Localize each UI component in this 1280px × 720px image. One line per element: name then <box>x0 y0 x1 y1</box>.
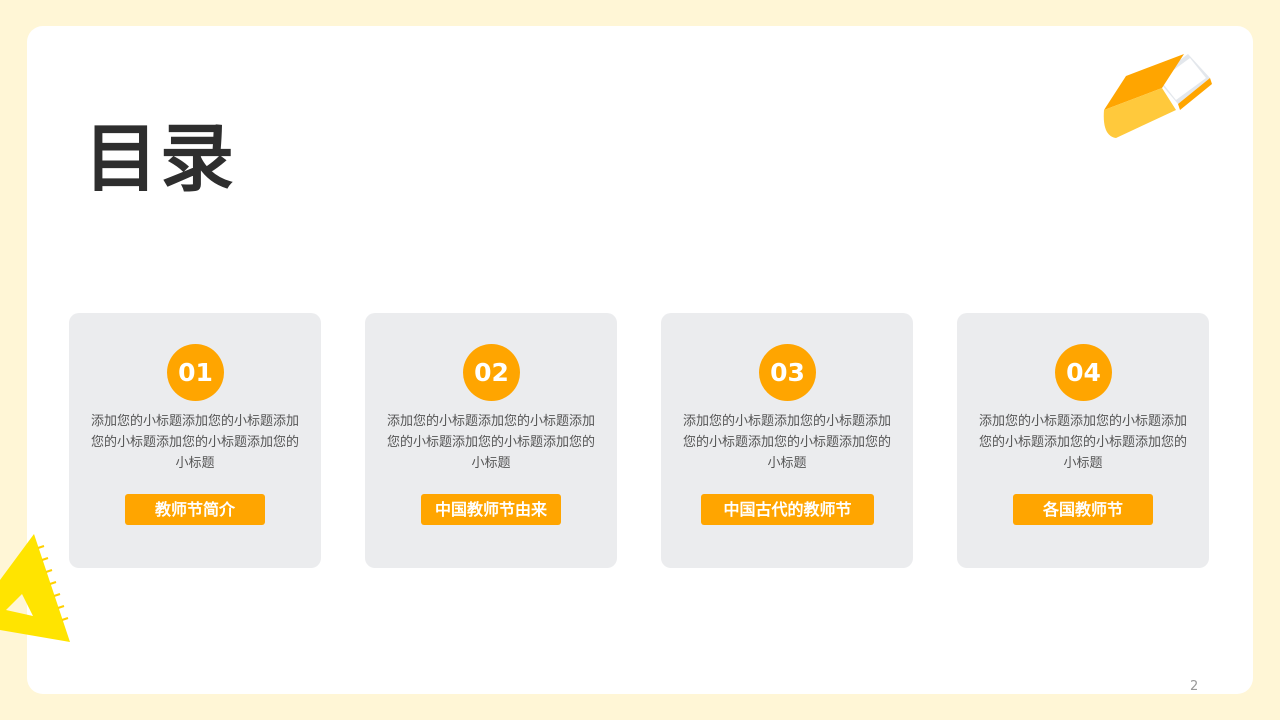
page-number: 2 <box>1190 679 1199 694</box>
card-label-button[interactable]: 中国古代的教师节 <box>701 494 874 525</box>
page-title: 目录 <box>84 116 236 202</box>
book-icon <box>1103 54 1212 138</box>
toc-card-4[interactable]: 04 添加您的小标题添加您的小标题添加您的小标题添加您的小标题添加您的小标题 各… <box>957 313 1209 568</box>
triangle-ruler-icon <box>0 534 70 642</box>
card-label-button[interactable]: 教师节简介 <box>125 494 265 525</box>
toc-card-3[interactable]: 03 添加您的小标题添加您的小标题添加您的小标题添加您的小标题添加您的小标题 中… <box>661 313 913 568</box>
card-description: 添加您的小标题添加您的小标题添加您的小标题添加您的小标题添加您的小标题 <box>979 414 1188 471</box>
toc-card-2[interactable]: 02 添加您的小标题添加您的小标题添加您的小标题添加您的小标题添加您的小标题 中… <box>365 313 617 568</box>
card-number-badge: 01 <box>167 344 224 401</box>
card-description: 添加您的小标题添加您的小标题添加您的小标题添加您的小标题添加您的小标题 <box>387 414 596 471</box>
toc-card-1[interactable]: 01 添加您的小标题添加您的小标题添加您的小标题添加您的小标题添加您的小标题 教… <box>69 313 321 568</box>
card-number-badge: 04 <box>1055 344 1112 401</box>
card-label-button[interactable]: 各国教师节 <box>1013 494 1153 525</box>
card-number-badge: 02 <box>463 344 520 401</box>
card-description: 添加您的小标题添加您的小标题添加您的小标题添加您的小标题添加您的小标题 <box>683 414 892 471</box>
card-label-button[interactable]: 中国教师节由来 <box>421 494 561 525</box>
card-description: 添加您的小标题添加您的小标题添加您的小标题添加您的小标题添加您的小标题 <box>91 414 300 471</box>
card-number-badge: 03 <box>759 344 816 401</box>
